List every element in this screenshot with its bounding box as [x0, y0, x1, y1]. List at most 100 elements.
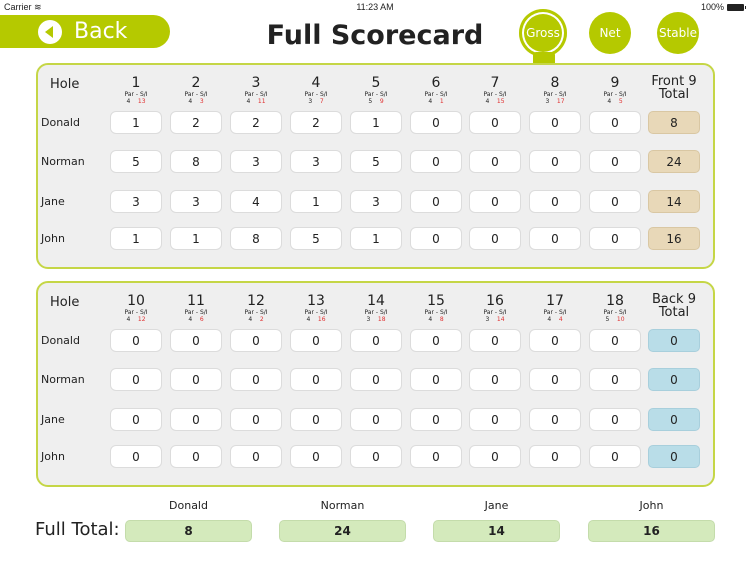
net-mode-button[interactable]: Net	[589, 12, 631, 54]
score-input[interactable]: 8	[170, 150, 222, 173]
score-input[interactable]: 3	[110, 190, 162, 213]
score-input[interactable]: 0	[410, 150, 462, 173]
score-input[interactable]: 0	[410, 329, 462, 352]
score-input[interactable]: 1	[110, 111, 162, 134]
par-si-values: 3 7	[290, 98, 342, 105]
score-input[interactable]: 0	[469, 227, 521, 250]
score-input[interactable]: 0	[469, 368, 521, 391]
score-input[interactable]: 0	[230, 368, 282, 391]
score-input[interactable]: 0	[110, 368, 162, 391]
back-nine-total-value: 0	[648, 368, 700, 391]
score-input[interactable]: 0	[230, 329, 282, 352]
par-si-labels: Par - S/I	[350, 309, 402, 316]
stable-mode-button[interactable]: Stable	[657, 12, 699, 54]
score-input[interactable]: 0	[589, 227, 641, 250]
score-input[interactable]: 0	[589, 445, 641, 468]
score-input[interactable]: 3	[170, 190, 222, 213]
score-input[interactable]: 1	[350, 111, 402, 134]
par-si-values: 3 18	[350, 316, 402, 323]
score-input[interactable]: 0	[529, 445, 581, 468]
score-input[interactable]: 0	[350, 445, 402, 468]
score-input[interactable]: 2	[290, 111, 342, 134]
score-input[interactable]: 0	[529, 408, 581, 431]
par-si-values: 4 1	[410, 98, 462, 105]
score-input[interactable]: 5	[290, 227, 342, 250]
score-input[interactable]: 0	[589, 408, 641, 431]
score-input[interactable]: 0	[469, 329, 521, 352]
score-input[interactable]: 0	[110, 445, 162, 468]
score-input[interactable]: 0	[290, 408, 342, 431]
separator: -	[255, 309, 259, 316]
score-input[interactable]: 0	[410, 445, 462, 468]
par-si-labels: Par - S/I	[529, 91, 581, 98]
score-input[interactable]: 0	[469, 408, 521, 431]
score-input[interactable]: 0	[589, 329, 641, 352]
hole-number: 4	[311, 75, 321, 91]
score-input[interactable]: 0	[410, 190, 462, 213]
par-label: Par	[304, 309, 314, 316]
score-input[interactable]: 0	[589, 150, 641, 173]
score-input[interactable]: 0	[410, 368, 462, 391]
separator: -	[494, 91, 498, 98]
score-input[interactable]: 0	[469, 150, 521, 173]
par-si-values: 4 12	[110, 316, 162, 323]
score-input[interactable]: 0	[170, 329, 222, 352]
score-input[interactable]: 0	[410, 227, 462, 250]
score-input[interactable]: 0	[589, 111, 641, 134]
score-input[interactable]: 0	[230, 445, 282, 468]
score-input[interactable]: 0	[350, 368, 402, 391]
score-input[interactable]: 0	[410, 111, 462, 134]
par-si-values: 5 10	[589, 316, 641, 323]
score-input[interactable]: 0	[350, 329, 402, 352]
stroke-index-value: 5	[618, 98, 623, 105]
full-total-value: 16	[588, 520, 715, 542]
score-input[interactable]: 0	[290, 445, 342, 468]
par-label: Par	[483, 309, 493, 316]
score-input[interactable]: 0	[110, 329, 162, 352]
full-total-value: 14	[433, 520, 560, 542]
par-value: 5	[368, 98, 373, 105]
score-input[interactable]: 0	[529, 190, 581, 213]
player-name-norman: Norman	[41, 373, 85, 386]
score-input[interactable]: 0	[350, 408, 402, 431]
score-input[interactable]: 0	[529, 368, 581, 391]
score-input[interactable]: 3	[290, 150, 342, 173]
score-input[interactable]: 5	[350, 150, 402, 173]
score-input[interactable]: 0	[529, 150, 581, 173]
score-input[interactable]: 0	[170, 408, 222, 431]
separator: -	[135, 309, 139, 316]
score-input[interactable]: 0	[469, 445, 521, 468]
score-input[interactable]: 0	[290, 329, 342, 352]
score-input[interactable]: 3	[350, 190, 402, 213]
score-input[interactable]: 4	[230, 190, 282, 213]
score-input[interactable]: 2	[230, 111, 282, 134]
score-input[interactable]: 1	[350, 227, 402, 250]
hole-number: 7	[490, 75, 500, 91]
score-input[interactable]: 0	[529, 329, 581, 352]
par-label: Par	[184, 309, 194, 316]
score-input[interactable]: 0	[170, 445, 222, 468]
par-label: Par	[364, 91, 374, 98]
score-input[interactable]: 8	[230, 227, 282, 250]
par-si-values: 4 5	[589, 98, 641, 105]
score-input[interactable]: 1	[170, 227, 222, 250]
score-input[interactable]: 0	[290, 368, 342, 391]
score-input[interactable]: 0	[529, 227, 581, 250]
score-input[interactable]: 1	[110, 227, 162, 250]
score-input[interactable]: 0	[589, 368, 641, 391]
score-input[interactable]: 0	[110, 408, 162, 431]
score-input[interactable]: 3	[230, 150, 282, 173]
score-input[interactable]: 0	[469, 190, 521, 213]
score-input[interactable]: 0	[589, 190, 641, 213]
score-input[interactable]: 0	[170, 368, 222, 391]
score-input[interactable]: 0	[469, 111, 521, 134]
score-input[interactable]: 0	[529, 111, 581, 134]
gross-mode-button[interactable]: Gross	[519, 9, 567, 57]
status-bar: Carrier ≋ 11:23 AM 100%	[0, 0, 750, 16]
score-input[interactable]: 2	[170, 111, 222, 134]
score-input[interactable]: 1	[290, 190, 342, 213]
score-input[interactable]: 0	[410, 408, 462, 431]
par-label: Par	[603, 309, 613, 316]
score-input[interactable]: 5	[110, 150, 162, 173]
score-input[interactable]: 0	[230, 408, 282, 431]
